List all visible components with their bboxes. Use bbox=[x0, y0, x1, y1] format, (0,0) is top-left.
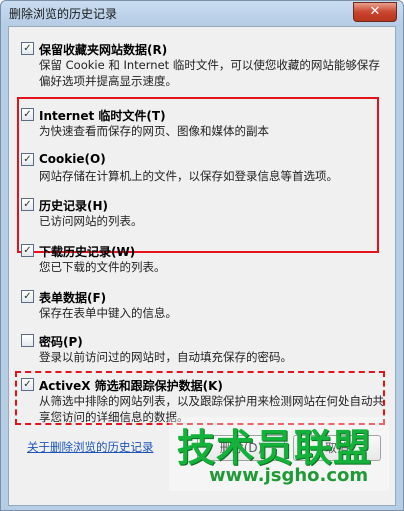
checkbox-history[interactable]: ✓ bbox=[21, 198, 34, 211]
watermark-text: 技术员联盟 bbox=[177, 426, 373, 470]
title-bar[interactable]: 删除浏览的历史记录 ✕ bbox=[1, 1, 403, 25]
option-title[interactable]: 历史记录(H) bbox=[39, 197, 108, 214]
checkbox-preserve-favorites[interactable]: ✓ bbox=[21, 42, 34, 55]
about-delete-history-link[interactable]: 关于删除浏览的历史记录 bbox=[27, 439, 154, 455]
option-desc: 保留 Cookie 和 Internet 临时文件，可以使您收藏的网站能够保存偏… bbox=[39, 58, 380, 88]
option-desc: 已访问网站的列表。 bbox=[39, 214, 143, 228]
watermark: 技术员联盟 www.jsgho.com bbox=[169, 417, 389, 491]
option-title[interactable]: 表单数据(F) bbox=[39, 289, 106, 306]
option-desc: 您已下载的文件的列表。 bbox=[39, 260, 166, 274]
checkbox-form-data[interactable]: ✓ bbox=[21, 290, 34, 303]
close-button[interactable]: ✕ bbox=[353, 2, 397, 22]
watermark-url: www.jsgho.com bbox=[209, 465, 369, 486]
checkbox-activex-tracking[interactable]: ✓ bbox=[21, 378, 34, 391]
option-title[interactable]: Cookie(O) bbox=[39, 152, 106, 166]
option-title[interactable]: 保留收藏夹网站数据(R) bbox=[39, 41, 167, 58]
option-title[interactable]: ActiveX 筛选和跟踪保护数据(K) bbox=[39, 377, 223, 394]
dialog-window: 删除浏览的历史记录 ✕ ✓ 保留收藏夹网站数据(R) 保留 Cookie 和 I… bbox=[0, 0, 404, 511]
option-desc: 登录以前访问过的网站时，自动填充保存的密码。 bbox=[39, 350, 292, 364]
checkbox-cookies[interactable]: ✓ bbox=[21, 153, 34, 166]
option-desc: 为快速查看而保存的网页、图像和媒体的副本 bbox=[39, 124, 269, 138]
option-title[interactable]: Internet 临时文件(T) bbox=[39, 107, 166, 124]
checkbox-download-history[interactable]: ✓ bbox=[21, 244, 34, 257]
option-desc: 网站存储在计算机上的文件，以保存如登录信息等首选项。 bbox=[39, 169, 338, 183]
option-title[interactable]: 密码(P) bbox=[39, 333, 83, 350]
window-title: 删除浏览的历史记录 bbox=[9, 7, 118, 21]
option-desc: 保存在表单中键入的信息。 bbox=[39, 306, 177, 320]
option-title[interactable]: 下载历史记录(W) bbox=[39, 243, 135, 260]
checkbox-passwords[interactable] bbox=[21, 334, 34, 347]
checkbox-temp-files[interactable]: ✓ bbox=[21, 108, 34, 121]
